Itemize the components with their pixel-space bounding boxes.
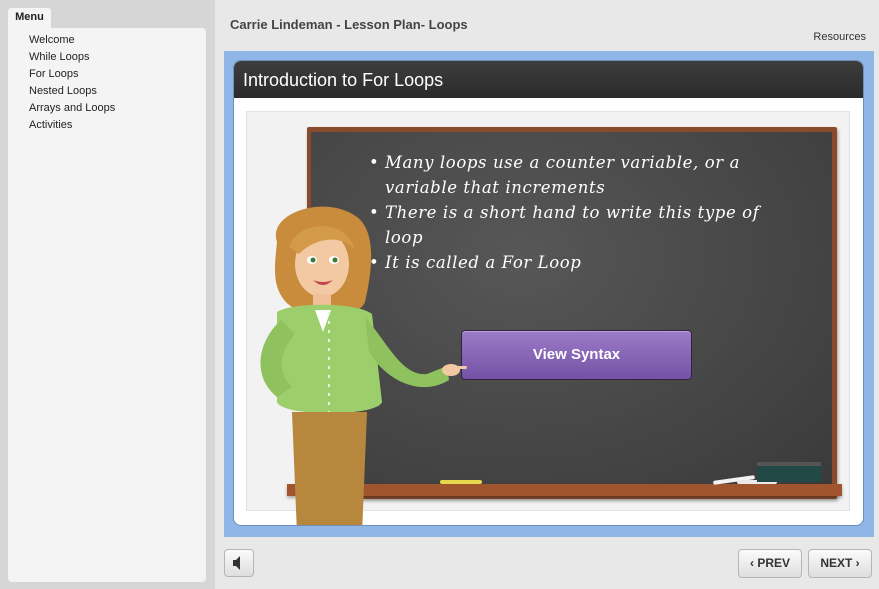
menu-item-while-loops[interactable]: While Loops [8, 49, 206, 66]
prev-button[interactable]: ‹ PREV [738, 549, 802, 578]
slide-heading: Introduction to For Loops [234, 61, 863, 98]
teacher-illustration [260, 206, 467, 525]
main-area: Carrie Lindeman - Lesson Plan- Loops Res… [215, 0, 879, 589]
menu-panel: Welcome While Loops For Loops Nested Loo… [8, 28, 206, 582]
sidebar: Menu Welcome While Loops For Loops Neste… [0, 0, 215, 589]
board-eraser [757, 462, 821, 482]
menu-item-activities[interactable]: Activities [8, 117, 206, 134]
speaker-icon [233, 556, 240, 570]
prev-label: PREV [757, 556, 791, 570]
lesson-title: Carrie Lindeman - Lesson Plan- Loops [230, 17, 468, 32]
menu-item-arrays-and-loops[interactable]: Arrays and Loops [8, 100, 206, 117]
slide-content: Many loops use a counter variable, or a … [246, 111, 850, 525]
slide-card: Introduction to For Loops Many loops use… [234, 61, 863, 525]
view-syntax-button[interactable]: View Syntax [461, 330, 692, 380]
menu-tab[interactable]: Menu [8, 8, 51, 28]
menu-item-for-loops[interactable]: For Loops [8, 66, 206, 83]
chevron-right-icon: › [855, 556, 860, 570]
menu-item-welcome[interactable]: Welcome [8, 32, 206, 49]
menu-item-nested-loops[interactable]: Nested Loops [8, 83, 206, 100]
resources-link[interactable]: Resources [813, 31, 866, 43]
next-label: NEXT [820, 556, 853, 570]
slide-stage: Introduction to For Loops Many loops use… [224, 51, 874, 537]
next-button[interactable]: NEXT › [808, 549, 872, 578]
chevron-left-icon: ‹ [749, 556, 754, 570]
bullet-item: Many loops use a counter variable, or a … [369, 150, 799, 200]
audio-button[interactable] [224, 549, 254, 577]
